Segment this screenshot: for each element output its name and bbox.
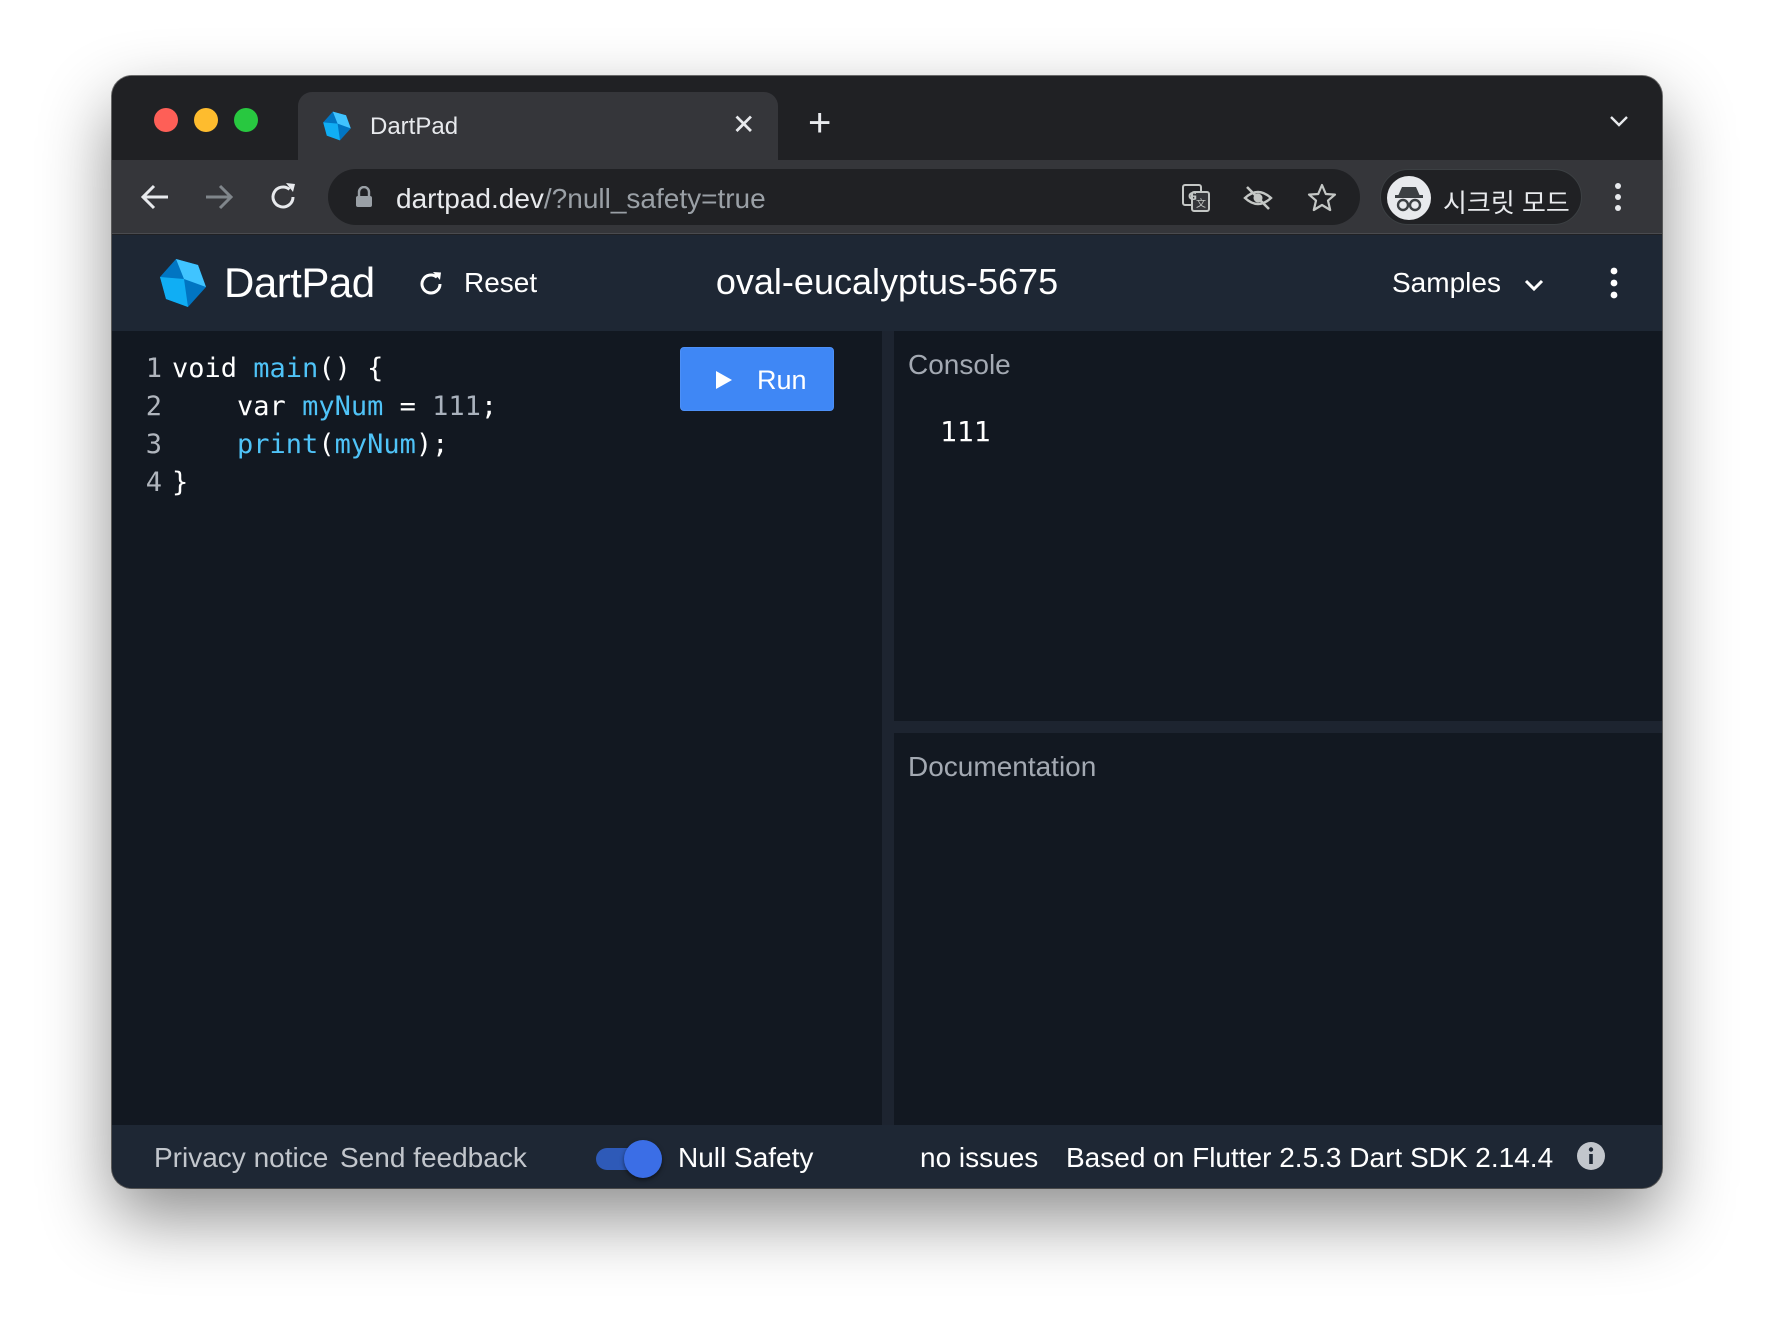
- line-number: 4: [145, 467, 162, 498]
- code-token: () {: [318, 353, 384, 384]
- play-icon: [716, 371, 732, 389]
- code-token: myNum: [302, 391, 384, 422]
- vertical-splitter[interactable]: [882, 331, 894, 1125]
- line-number: 3: [145, 429, 162, 460]
- lock-icon[interactable]: [354, 186, 374, 208]
- chevron-down-icon[interactable]: [1522, 273, 1546, 297]
- code-line[interactable]: 3 print(myNum);: [112, 429, 449, 467]
- url-host: dartpad.dev: [396, 183, 544, 214]
- svg-text:文: 文: [1196, 197, 1206, 210]
- forward-arrow-icon[interactable]: [202, 180, 236, 214]
- version-info: Based on Flutter 2.5.3 Dart SDK 2.14.4: [1066, 1142, 1554, 1173]
- null-safety-label: Null Safety: [678, 1142, 814, 1173]
- code-token: =: [383, 391, 433, 422]
- issues-status[interactable]: no issues: [920, 1142, 1038, 1174]
- url-path: /?null_safety=true: [543, 183, 766, 214]
- code-token: print: [237, 429, 319, 460]
- translate-icon[interactable]: G 文: [1180, 182, 1212, 214]
- window-close-button[interactable]: [154, 108, 178, 132]
- tracking-blocked-eye-icon[interactable]: [1242, 182, 1274, 214]
- code-token: main: [253, 353, 319, 384]
- toggle-knob: [624, 1140, 662, 1178]
- code-token: );: [415, 429, 449, 460]
- dartpad-header: DartPad Reset oval-eucalyptus-5675 Sampl…: [112, 235, 1662, 331]
- new-tab-button[interactable]: +: [808, 103, 831, 143]
- incognito-profile-button[interactable]: 시크릿 모드: [1380, 169, 1582, 225]
- null-safety-toggle[interactable]: [592, 1138, 664, 1178]
- incognito-label: 시크릿 모드: [1443, 188, 1570, 218]
- back-arrow-icon[interactable]: [138, 180, 172, 214]
- line-number: 1: [145, 353, 162, 384]
- code-token: }: [172, 467, 189, 498]
- window-maximize-button[interactable]: [234, 108, 258, 132]
- tab-close-icon[interactable]: ✕: [732, 111, 755, 139]
- documentation-title: Documentation: [908, 751, 1097, 782]
- run-button[interactable]: Run: [680, 347, 834, 411]
- tab-title: DartPad: [370, 113, 459, 140]
- horizontal-splitter[interactable]: [894, 721, 1662, 733]
- incognito-avatar: [1387, 176, 1431, 220]
- code-token: void: [172, 353, 254, 384]
- window-minimize-button[interactable]: [194, 108, 218, 132]
- footer: Privacy notice Send feedback Null Safety…: [112, 1125, 1662, 1188]
- code-token: (: [318, 429, 335, 460]
- run-label: Run: [757, 365, 807, 395]
- console-output: 111: [940, 415, 991, 448]
- samples-dropdown[interactable]: Samples: [1392, 267, 1501, 299]
- tab-strip: DartPad ✕ +: [112, 76, 1662, 160]
- code-token: var: [237, 391, 303, 422]
- dart-logo-icon: [323, 111, 351, 141]
- url-text[interactable]: dartpad.dev/?null_safety=true: [396, 183, 766, 215]
- app-more-vert-icon[interactable]: [1608, 265, 1620, 301]
- console-panel: Console 111: [894, 331, 1662, 721]
- bookmark-star-icon[interactable]: [1306, 182, 1338, 214]
- code-token: myNum: [334, 429, 416, 460]
- tab-list-chevron-icon[interactable]: [1608, 110, 1630, 132]
- reload-icon[interactable]: [266, 180, 300, 214]
- documentation-panel: Documentation: [894, 733, 1662, 1125]
- code-token: 111: [432, 391, 481, 422]
- line-number: 2: [145, 391, 162, 422]
- incognito-icon: [1395, 187, 1423, 212]
- console-title: Console: [908, 349, 1011, 380]
- code-line[interactable]: 4}: [112, 467, 189, 505]
- address-bar[interactable]: dartpad.dev/?null_safety=true G 文: [328, 169, 1360, 225]
- code-line[interactable]: 2 var myNum = 111;: [112, 391, 497, 429]
- code-line[interactable]: 1 void main() {: [112, 353, 384, 391]
- code-editor[interactable]: 1 void main() {2 var myNum = 111; 3 print(…: [112, 331, 882, 1125]
- more-vert-icon[interactable]: [1612, 180, 1624, 214]
- browser-toolbar: dartpad.dev/?null_safety=true G 文 시크릿 모드: [112, 160, 1662, 234]
- browser-tab[interactable]: DartPad ✕: [298, 92, 778, 160]
- privacy-notice-link[interactable]: Privacy notice: [154, 1142, 328, 1174]
- browser-window: DartPad ✕ + dartpad.dev/?null_safety=tru: [112, 76, 1662, 1188]
- info-icon[interactable]: [1576, 1141, 1606, 1171]
- code-token: ;: [480, 391, 498, 422]
- send-feedback-link[interactable]: Send feedback: [340, 1142, 527, 1174]
